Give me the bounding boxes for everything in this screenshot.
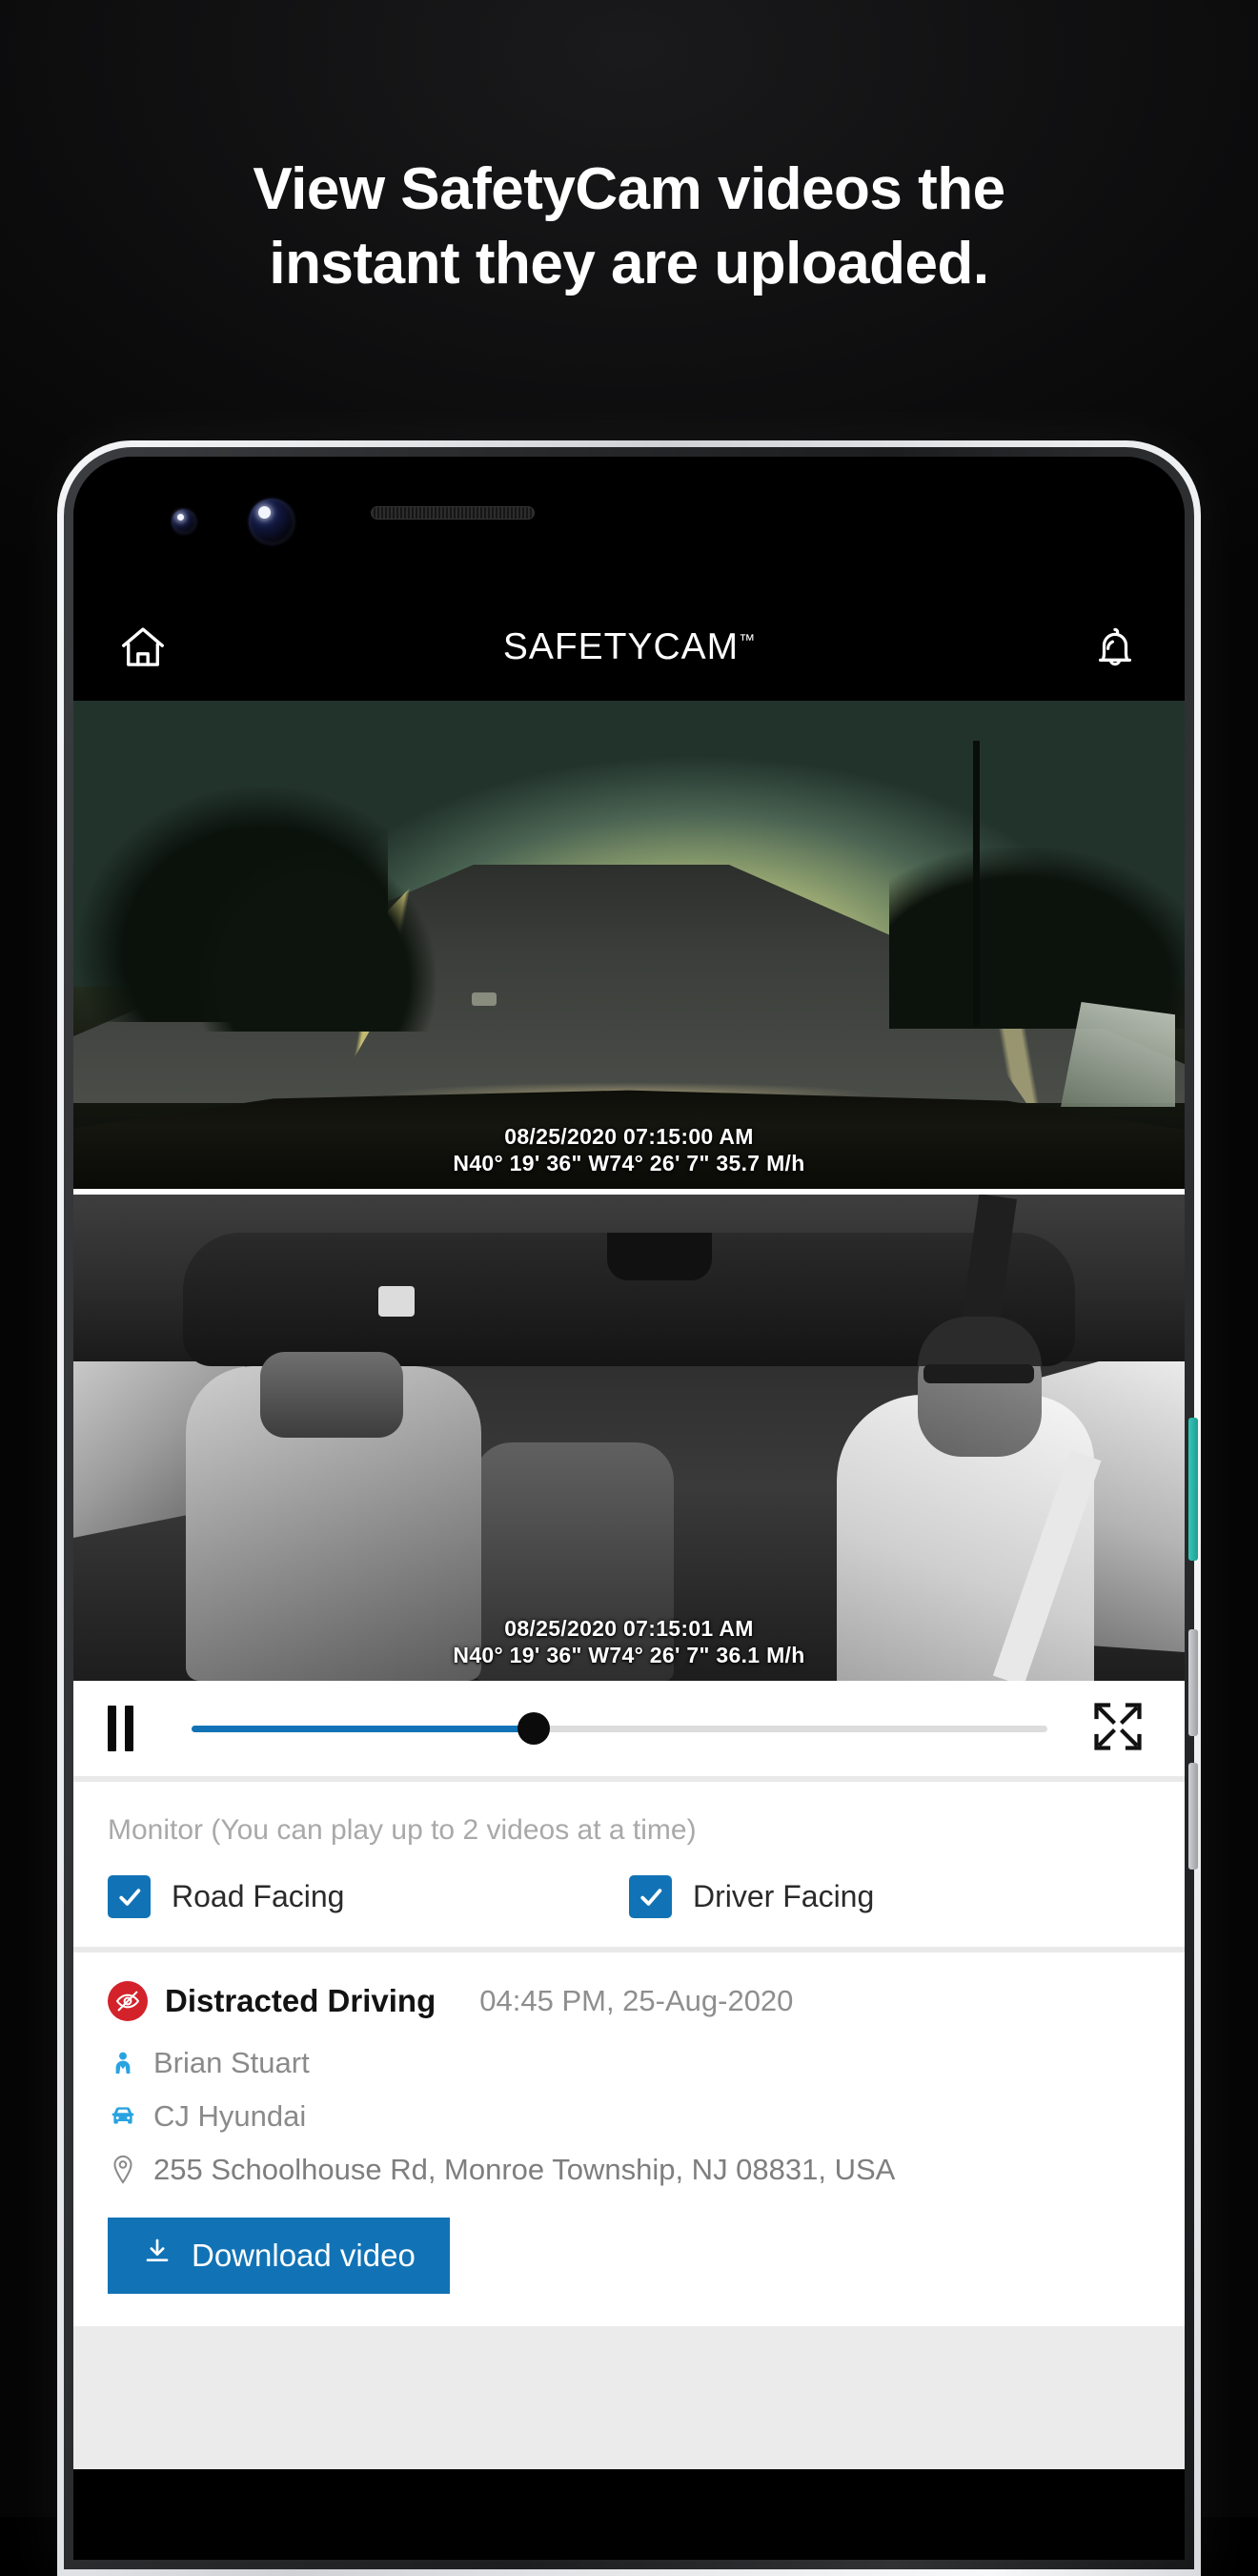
- phone-mockup: SAFETYCAM™ 08/25/2020 07:15:00 AM N40° 1…: [57, 440, 1201, 2576]
- headline-line-2: instant they are uploaded.: [269, 231, 989, 297]
- promo-page: View SafetyCam videos the instant they a…: [0, 0, 1258, 2576]
- event-timestamp: 04:45 PM, 25-Aug-2020: [479, 1984, 794, 2017]
- phone-bezel: SAFETYCAM™ 08/25/2020 07:15:00 AM N40° 1…: [64, 447, 1198, 2569]
- phone-side-button-teal[interactable]: [1188, 1418, 1198, 1561]
- earpiece-speaker-icon: [371, 506, 535, 520]
- bottom-filler: [73, 2326, 1185, 2469]
- tree-left-2: [197, 850, 436, 1032]
- front-camera-secondary-icon: [172, 509, 196, 534]
- checkbox-driver-facing[interactable]: Driver Facing: [629, 1875, 1150, 1918]
- phone-volume-down-button[interactable]: [1188, 1763, 1198, 1870]
- monitor-label: Monitor (You can play up to 2 videos at …: [108, 1814, 697, 1846]
- road-overlay-timestamp: 08/25/2020 07:15:00 AM: [504, 1123, 754, 1149]
- event-type-label: Distracted Driving: [165, 1983, 436, 2018]
- page-headline: View SafetyCam videos the instant they a…: [0, 153, 1258, 301]
- trademark-symbol: ™: [739, 631, 756, 649]
- pause-icon[interactable]: [108, 1706, 150, 1751]
- checkbox-road-facing[interactable]: Road Facing: [108, 1875, 629, 1918]
- roof-sensor: [378, 1286, 415, 1317]
- checkbox-checked-icon-2: [629, 1875, 672, 1918]
- utility-pole: [973, 741, 980, 1027]
- passenger-headrest: [260, 1352, 403, 1438]
- event-details-card: Distracted Driving 04:45 PM, 25-Aug-2020…: [73, 1952, 1185, 2326]
- progress-fill: [192, 1725, 535, 1732]
- oncoming-vehicle: [472, 992, 497, 1006]
- fullscreen-icon[interactable]: [1089, 1698, 1150, 1759]
- video-overlay-text: 08/25/2020 07:15:00 AM N40° 19' 36" W74°…: [73, 1123, 1185, 1178]
- download-icon: [142, 2237, 172, 2275]
- road-overlay-coordinates: N40° 19' 36" W74° 26' 7" 35.7 M/h: [453, 1151, 805, 1176]
- cabin-overlay-coordinates: N40° 19' 36" W74° 26' 7" 36.1 M/h: [453, 1643, 805, 1668]
- download-video-button[interactable]: Download video: [108, 2218, 450, 2294]
- checkbox-driver-facing-label: Driver Facing: [693, 1879, 875, 1913]
- driver-facing-video[interactable]: 08/25/2020 07:15:01 AM N40° 19' 36" W74°…: [73, 1195, 1185, 1681]
- dome-light: [606, 1233, 712, 1280]
- event-location-row: 255 Schoolhouse Rd, Monroe Township, NJ …: [108, 2153, 1150, 2187]
- progress-knob[interactable]: [517, 1712, 551, 1745]
- monitor-section: Monitor (You can play up to 2 videos at …: [73, 1782, 1185, 1947]
- event-driver-name: Brian Stuart: [153, 2046, 310, 2079]
- monitor-options: Road Facing Driver Facing: [108, 1875, 1150, 1918]
- distracted-driving-icon: [108, 1981, 148, 2021]
- checkbox-road-facing-label: Road Facing: [172, 1879, 345, 1913]
- app-header: SAFETYCAM™: [73, 594, 1185, 701]
- video-player-controls: [73, 1681, 1185, 1776]
- driver-icon: [108, 2049, 138, 2077]
- headline-line-1: View SafetyCam videos the: [253, 156, 1005, 222]
- road-facing-video[interactable]: 08/25/2020 07:15:00 AM N40° 19' 36" W74°…: [73, 701, 1185, 1189]
- event-driver-row: Brian Stuart: [108, 2046, 1150, 2080]
- road-scene-image: [73, 701, 1185, 1189]
- bell-icon[interactable]: [1082, 614, 1148, 681]
- download-video-label: Download video: [192, 2238, 416, 2273]
- phone-notch-area: [73, 457, 1185, 594]
- checkbox-checked-icon: [108, 1875, 151, 1918]
- video-overlay-text-2: 08/25/2020 07:15:01 AM N40° 19' 36" W74°…: [73, 1615, 1185, 1670]
- tree-right: [889, 848, 1185, 1029]
- event-location-address: 255 Schoolhouse Rd, Monroe Township, NJ …: [153, 2153, 896, 2186]
- cabin-scene-image: [73, 1195, 1185, 1681]
- event-header: Distracted Driving 04:45 PM, 25-Aug-2020: [108, 1981, 1150, 2021]
- page-title: SAFETYCAM™: [73, 626, 1185, 668]
- home-icon[interactable]: [110, 614, 176, 681]
- front-camera-primary-icon: [249, 499, 294, 544]
- event-vehicle-name: CJ Hyundai: [153, 2099, 307, 2133]
- map-pin-icon: [108, 2155, 138, 2185]
- event-vehicle-row: CJ Hyundai: [108, 2099, 1150, 2134]
- app-title-text: SAFETYCAM: [502, 626, 740, 667]
- phone-screen: SAFETYCAM™ 08/25/2020 07:15:00 AM N40° 1…: [73, 457, 1185, 2560]
- driver-glasses: [923, 1364, 1034, 1383]
- progress-slider[interactable]: [192, 1712, 1047, 1745]
- cabin-overlay-timestamp: 08/25/2020 07:15:01 AM: [504, 1615, 754, 1641]
- car-icon: [108, 2104, 138, 2129]
- phone-volume-up-button[interactable]: [1188, 1629, 1198, 1736]
